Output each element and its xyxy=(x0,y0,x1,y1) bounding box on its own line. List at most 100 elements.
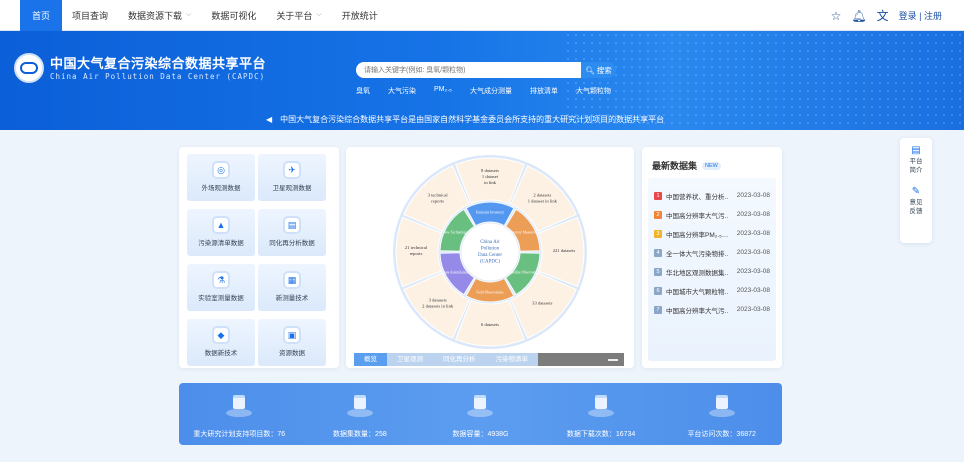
latest-dataset-item[interactable]: 3 中国高分辨率PM₂.₅… 2023-03-08 xyxy=(654,224,770,243)
data-category-tile[interactable]: ◆ 数据新技术 xyxy=(187,319,255,366)
dataset-title: 中国高分辨率大气污… xyxy=(666,307,728,315)
wheel-outer-label: 21 technical xyxy=(405,245,428,250)
latest-list: 1 中国营养状、重分析… 2023-03-08 2 中国高分辨率大气污… 2023-03-… xyxy=(648,178,776,361)
wheel-center-label: (CAPDC) xyxy=(480,260,500,265)
search-button[interactable]: 🔍︎ 搜索 xyxy=(581,62,616,78)
wheel-outer-label: 1 dataset xyxy=(482,174,499,179)
nav-label: 开放统计 xyxy=(341,10,378,21)
tile-label: 数据新技术 xyxy=(204,350,238,357)
nav-label: 关于平台 xyxy=(276,10,313,21)
statistic-label: 数据下载次数：16734 xyxy=(566,431,636,438)
notice-text: 中国大气复合污染综合数据共享平台是由国家自然科学基金委员会所支持的重大研究计划项… xyxy=(280,115,665,124)
dataset-title: 中国营养状、重分析… xyxy=(666,193,728,201)
wheel-outer-label: 6 datasets xyxy=(481,322,499,327)
target-icon: ◎ xyxy=(214,163,228,177)
tile-label: 污染源清单数据 xyxy=(198,240,244,247)
database-icon xyxy=(708,393,735,417)
dataset-date: 2023-03-08 xyxy=(736,268,770,275)
statistic-label: 重大研究计划支持项目数：76 xyxy=(193,431,286,438)
latest-dataset-item[interactable]: 4 全一体大气污染物排… 2023-03-08 xyxy=(654,243,770,262)
platform-intro-button[interactable]: ▤ 平台 简介 xyxy=(910,146,923,175)
dataset-title: 中国高分辨率大气污… xyxy=(666,212,728,220)
rank-badge: 4 xyxy=(654,248,662,257)
site-logo[interactable] xyxy=(14,53,44,83)
nav-statistics[interactable]: 开放统计 xyxy=(332,0,388,31)
rank-badge: 1 xyxy=(654,191,662,200)
chart-icon: ▤ xyxy=(285,218,299,232)
wheel-inner-label: Laboratory Measurements xyxy=(506,231,544,235)
rank-badge: 3 xyxy=(654,229,662,238)
nav-right: ☆ 🔔︎ 文 登录 | 注册 xyxy=(831,0,942,31)
latest-dataset-item[interactable]: 7 中国高分辨率大气污… 2023-03-08 xyxy=(654,300,770,319)
rank-badge: 7 xyxy=(654,305,662,314)
statistics-bar: 重大研究计划支持项目数：76 数据集数量：258 数据容量：4938G 数据下载次数：… xyxy=(179,383,782,445)
hot-keyword-link[interactable]: 臭氧 xyxy=(356,86,370,96)
latest-dataset-item[interactable]: 2 中国高分辨率大气污… 2023-03-08 xyxy=(654,205,770,224)
data-category-tile[interactable]: ▦ 新测量技术 xyxy=(258,264,326,311)
side-label: 简介 xyxy=(909,167,923,174)
nav-data-download[interactable]: 数据资源下载 ⌵ xyxy=(118,0,201,31)
collapse-icon[interactable] xyxy=(608,358,618,361)
dataset-title: 中国高分辨率PM₂.₅… xyxy=(666,231,728,239)
factory-icon: ▲ xyxy=(214,218,228,232)
wheel-center-label: China Air xyxy=(480,240,500,245)
translate-icon[interactable]: 文 xyxy=(877,7,889,24)
speaker-icon: ◀︎ xyxy=(266,115,273,124)
latest-dataset-item[interactable]: 5 华北地区观测数据集… 2023-03-08 xyxy=(654,262,770,281)
overview-diagram: China Air Pollution Data Center (CAPDC) Emis… xyxy=(346,147,634,368)
hot-keyword-link[interactable]: 排放清单 xyxy=(530,86,558,96)
diamond-icon: ◆ xyxy=(214,328,228,342)
diagram-tab-overview[interactable]: 概览 xyxy=(354,353,387,366)
dataset-date: 2023-03-08 xyxy=(736,306,770,313)
data-category-tile[interactable]: ▤ 同化再分析数据 xyxy=(258,209,326,256)
dataset-date: 2023-03-08 xyxy=(736,192,770,199)
wheel-outer-label: 3 technical xyxy=(428,193,449,198)
search-input[interactable] xyxy=(356,62,581,78)
nav-visualization[interactable]: 数据可视化 xyxy=(201,0,266,31)
hot-keyword-link[interactable]: PM₂.₅ xyxy=(434,86,452,96)
nav-home[interactable]: 首页 xyxy=(20,0,63,31)
diagram-tab-assimilation[interactable]: 同化再分析 xyxy=(433,353,486,366)
hot-keyword-link[interactable]: 大气污染 xyxy=(388,86,416,96)
data-category-tile[interactable]: ▲ 污染源清单数据 xyxy=(187,209,255,256)
nav-project-query[interactable]: 项目查询 xyxy=(62,0,118,31)
wheel-outer-label: in link xyxy=(484,180,497,185)
wheel-outer-label: 221 datasets xyxy=(553,248,576,253)
wheel-inner-label: Emission Inventory xyxy=(476,211,504,215)
latest-dataset-item[interactable]: 6 中国城市大气颗粒物… 2023-03-08 xyxy=(654,281,770,300)
tile-label: 外场观测数据 xyxy=(201,185,241,192)
statistic-item: 数据容量：4938G xyxy=(420,383,541,445)
data-category-tile[interactable]: ◎ 外场观测数据 xyxy=(187,154,255,201)
nav-label: 首页 xyxy=(32,10,51,21)
wheel-outer-label: 8 datasets xyxy=(481,168,499,173)
data-category-tile[interactable]: ⚗ 实验室测量数据 xyxy=(187,264,255,311)
wheel-inner-label: Satellite Observations xyxy=(509,271,541,275)
side-label: 平台 xyxy=(909,158,923,165)
side-label: 意见 xyxy=(909,199,923,206)
top-nav: 首页 项目查询 数据资源下载 ⌵ 数据可视化 关于平台 ⌵ 开放统计 ☆ 🔔︎ 文 … xyxy=(0,0,964,31)
data-category-tile[interactable]: ▣ 资源数据 xyxy=(258,319,326,366)
hot-keyword-link[interactable]: 大气颗粒物 xyxy=(576,86,611,96)
latest-dataset-item[interactable]: 1 中国营养状、重分析… 2023-03-08 xyxy=(654,186,770,205)
data-category-panel: ◎ 外场观测数据 ✈ 卫星观测数据 ▲ 污染源清单数据 ▤ 同化再分析数据 ⚗ 实验室测量数据 ▦ 新… xyxy=(179,147,339,368)
diagram-tab-satellite[interactable]: 卫星观测 xyxy=(387,353,433,366)
diagram-tab-inventory[interactable]: 污染物清单 xyxy=(485,353,538,366)
data-category-tile[interactable]: ✈ 卫星观测数据 xyxy=(258,154,326,201)
nav-label: 项目查询 xyxy=(72,10,109,21)
feedback-button[interactable]: ✎ 意见 反馈 xyxy=(910,187,923,216)
statistic-item: 平台访问次数：36872 xyxy=(661,383,782,445)
tile-label: 实验室测量数据 xyxy=(198,295,244,302)
hot-keyword-link[interactable]: 大气成分测量 xyxy=(470,86,512,96)
wheel-center-label: Pollution xyxy=(481,247,500,252)
feedback-icon: ✎ xyxy=(911,186,921,197)
hero-banner: 中国大气复合污染综合数据共享平台 China Air Pollution Dat… xyxy=(0,31,964,130)
nav-about[interactable]: 关于平台 ⌵ xyxy=(266,0,331,31)
login-register-link[interactable]: 登录 | 注册 xyxy=(899,9,942,22)
star-icon[interactable]: ☆ xyxy=(831,9,842,23)
bell-icon[interactable]: 🔔︎ xyxy=(851,9,866,23)
data-wheel-diagram: China Air PollutionData Center (CAPDC) Emis… xyxy=(393,155,587,349)
database-icon xyxy=(226,393,253,417)
flask-icon: ⚗ xyxy=(214,273,228,287)
search-bar: 🔍︎ 搜索 xyxy=(356,62,616,78)
tile-label: 新测量技术 xyxy=(275,295,309,302)
